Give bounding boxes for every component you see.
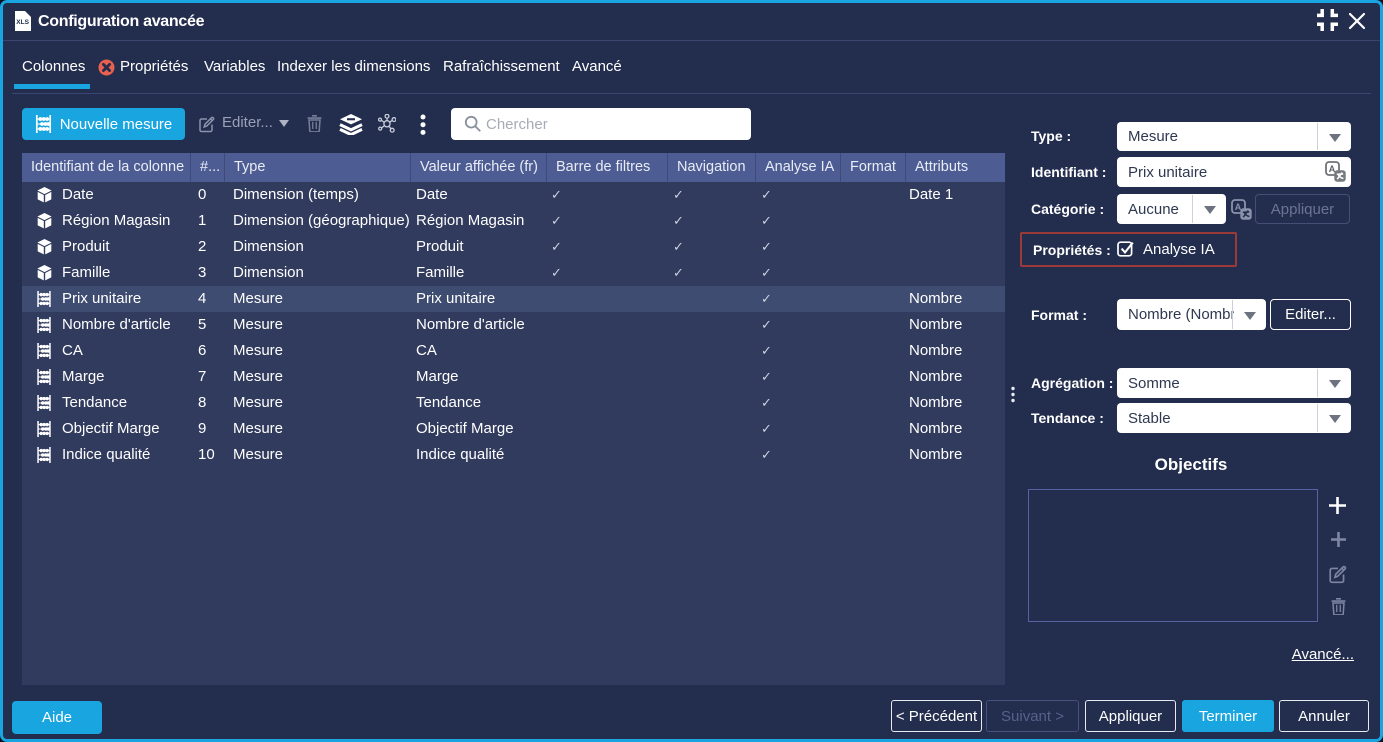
svg-text:XLS: XLS bbox=[16, 19, 29, 26]
